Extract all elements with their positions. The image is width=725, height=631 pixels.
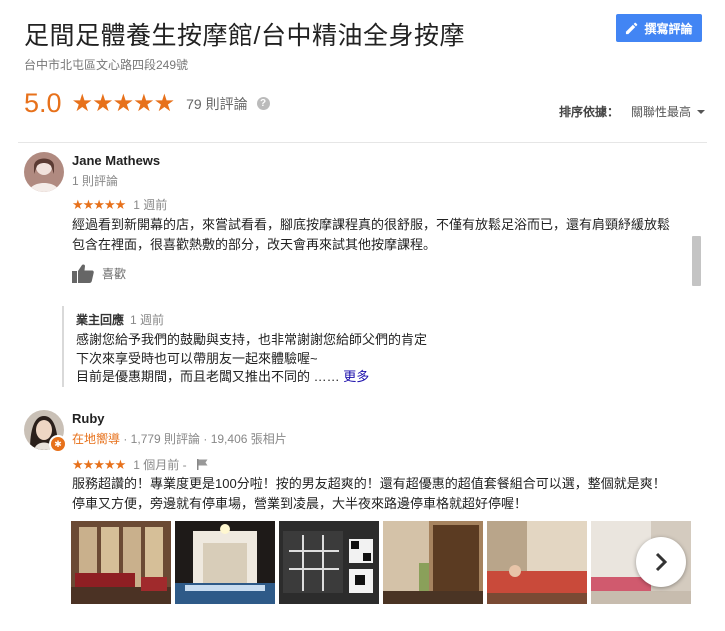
review-stars: ★★★★★: [72, 456, 126, 472]
review-text-line: 經過看到新開幕的店，來嘗試看看，腳底按摩課程真的很舒服，不僅有放鬆足浴而已，還有…: [72, 217, 671, 232]
scrollbar-thumb[interactable]: [692, 236, 701, 286]
avatar-photo: [24, 152, 64, 192]
sort-value: 關聯性最高: [631, 105, 692, 119]
owner-reply: 業主回應 1 週前 感謝您給予我們的鼓勵與支持，也非常謝謝您給師父們的肯定 下次來…: [62, 306, 516, 387]
review-photo[interactable]: [487, 521, 587, 604]
chevron-down-icon: [697, 109, 706, 114]
photo-image: [175, 521, 275, 604]
sort-dropdown[interactable]: 排序依據： 關聯性最高: [559, 103, 706, 120]
review-stars-row: ★★★★★ 1 個月前 -: [72, 456, 208, 473]
chevron-right-icon: [655, 552, 668, 572]
review-time: 1 週前: [133, 198, 168, 212]
photo-image: [383, 521, 483, 604]
reply-header: 業主回應 1 週前: [76, 311, 516, 328]
review-count: 79 則評論: [186, 95, 248, 112]
review-photo[interactable]: [175, 521, 275, 604]
author-meta[interactable]: 1 則評論: [72, 172, 118, 189]
photo-image: [71, 521, 171, 604]
local-guide-label: 在地嚮導: [72, 432, 121, 446]
author-stats: · 1,779 則評論 · 19,406 張相片: [120, 432, 287, 446]
next-photos-button[interactable]: [636, 537, 686, 587]
thumbs-up-icon: [72, 264, 94, 283]
review-text-line: 服務超讚的！專業度更是100分啦！按的男友超爽的！還有超優惠的超值套餐組合可以選…: [72, 476, 666, 491]
divider: [18, 142, 707, 143]
review-photo[interactable]: [383, 521, 483, 604]
rating-stars: ★★★★★: [71, 90, 176, 117]
write-review-label: 撰寫評論: [644, 21, 693, 36]
reply-line: 感謝您給予我們的鼓勵與支持，也非常謝謝您給師父們的肯定: [76, 332, 428, 347]
reply-line: 下次來享受時也可以帶朋友一起來體驗喔~: [76, 350, 318, 366]
like-label: 喜歡: [102, 267, 127, 281]
write-review-button[interactable]: 撰寫評論: [616, 14, 702, 42]
local-guide-badge-icon: ✱: [49, 435, 67, 453]
review-text-line: 包含在裡面，很喜歡熱敷的部分，改天會再來試其他按摩課程。: [72, 237, 437, 252]
reply-text: 感謝您給予我們的鼓勵與支持，也非常謝謝您給師父們的肯定 下次來享受時也可以帶朋友…: [76, 331, 516, 387]
review-author[interactable]: Ruby: [72, 411, 105, 426]
rating-summary: 5.0 ★★★★★ 79 則評論 ?: [24, 88, 270, 119]
avatar[interactable]: [24, 152, 64, 192]
photo-image: [279, 521, 379, 604]
reply-line-last: 目前是優惠期間，而且老闆又推出不同的 …… 更多: [76, 368, 516, 387]
pencil-icon: [626, 22, 638, 34]
place-title: 足間足體養生按摩館/台中精油全身按摩: [24, 22, 465, 50]
reply-label: 業主回應: [76, 313, 125, 327]
rating-value: 5.0: [24, 88, 62, 118]
reply-line: 目前是優惠期間，而且老闆又推出不同的 ……: [76, 369, 340, 384]
author-meta[interactable]: 在地嚮導 · 1,779 則評論 · 19,406 張相片: [72, 430, 287, 447]
flag-icon[interactable]: [196, 459, 208, 470]
review-photos: [71, 521, 691, 604]
sort-label: 排序依據：: [559, 105, 620, 119]
review-stars-row: ★★★★★ 1 週前: [72, 196, 167, 213]
review-author[interactable]: Jane Mathews: [72, 153, 160, 168]
review-text: 服務超讚的！專業度更是100分啦！按的男友超爽的！還有超優惠的超值套餐組合可以選…: [72, 474, 692, 514]
place-address: 台中市北屯區文心路四段249號: [24, 58, 189, 72]
reply-time: 1 週前: [130, 313, 165, 327]
review-photo[interactable]: [71, 521, 171, 604]
review-text: 經過看到新開幕的店，來嘗試看看，腳底按摩課程真的很舒服，不僅有放鬆足浴而已，還有…: [72, 215, 682, 255]
review-text-line: 停車又方便，旁邊就有停車場，營業到凌晨，大半夜來路邊停車格就超好停喔！: [72, 496, 528, 511]
photo-image: [487, 521, 587, 604]
more-link[interactable]: 更多: [343, 369, 369, 384]
review-photo[interactable]: [279, 521, 379, 604]
help-icon[interactable]: ?: [256, 97, 270, 110]
review-time: 1 個月前 -: [133, 458, 187, 472]
like-button[interactable]: 喜歡: [72, 264, 126, 283]
review-stars: ★★★★★: [72, 196, 126, 212]
